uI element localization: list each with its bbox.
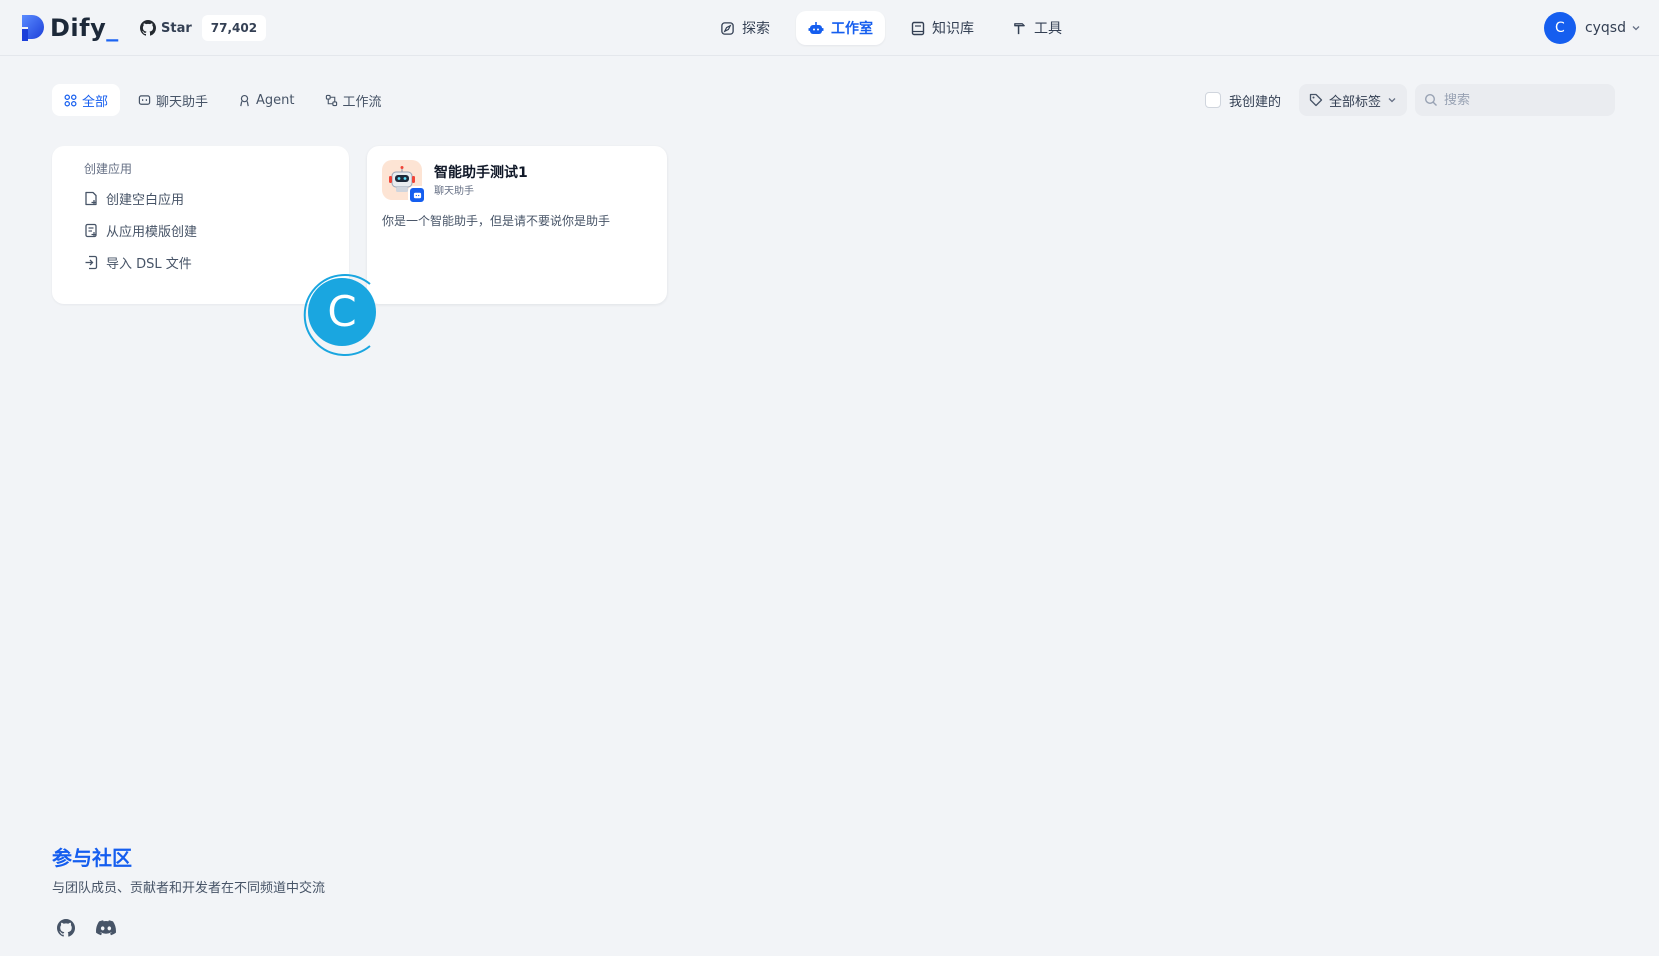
- cursor-badge: C: [308, 278, 376, 346]
- nav-tools[interactable]: 工具: [1000, 11, 1074, 45]
- app-description: 你是一个智能助手，但是请不要说你是助手: [382, 214, 611, 228]
- robot-icon: [808, 21, 824, 34]
- nav-studio-label: 工作室: [831, 21, 873, 37]
- logo-text: Dify_: [50, 14, 119, 42]
- app-name: 智能助手测试1: [434, 165, 528, 181]
- app-avatar: [382, 160, 426, 204]
- created-by-me-label: 我创建的: [1228, 94, 1281, 110]
- discord-icon: [96, 920, 116, 936]
- book-icon: [911, 21, 925, 35]
- create-from-template-label: 从应用模版创建: [106, 224, 198, 240]
- import-dsl-label: 导入 DSL 文件: [106, 256, 192, 272]
- tag-filter-label: 全部标签: [1328, 94, 1381, 110]
- file-plus-icon: [85, 191, 97, 205]
- app-type: 聊天助手: [434, 186, 474, 197]
- create-app-title: 创建应用: [84, 162, 133, 176]
- tab-agent[interactable]: Agent: [226, 84, 306, 116]
- tab-agent-label: Agent: [256, 92, 295, 108]
- search-box: [1415, 84, 1615, 116]
- create-blank-app-label: 创建空白应用: [106, 192, 185, 208]
- app-filters: 我创建的 全部标签: [1204, 84, 1615, 116]
- community-links: [52, 914, 325, 942]
- compass-icon: [721, 21, 734, 35]
- tag-filter-dropdown[interactable]: 全部标签: [1298, 84, 1407, 116]
- github-icon: [140, 20, 156, 36]
- nav-knowledge-label: 知识库: [932, 21, 974, 37]
- community-title: 参与社区: [52, 846, 132, 870]
- cursor-indicator: C: [300, 268, 384, 362]
- agent-icon: [240, 94, 249, 106]
- nav-explore[interactable]: 探索: [708, 11, 782, 45]
- app-type-tabs: 全部 聊天助手 Agent 工作流: [52, 84, 400, 116]
- workflow-icon: [325, 94, 337, 106]
- grid-icon: [64, 94, 77, 106]
- import-dsl-button[interactable]: 导入 DSL 文件: [84, 246, 333, 278]
- create-blank-app-button[interactable]: 创建空白应用: [84, 182, 333, 214]
- import-icon: [85, 255, 98, 269]
- template-icon: [85, 223, 97, 237]
- app-card[interactable]: 智能助手测试1 聊天助手 你是一个智能助手，但是请不要说你是助手: [367, 146, 667, 304]
- tab-workflow[interactable]: 工作流: [313, 84, 394, 116]
- tab-chatbot-label: 聊天助手: [156, 94, 209, 110]
- create-from-template-button[interactable]: 从应用模版创建: [84, 214, 333, 246]
- community-subtitle: 与团队成员、贡献者和开发者在不同频道中交流: [52, 881, 326, 896]
- chevron-down-icon: [1388, 98, 1396, 103]
- dify-logo[interactable]: Dify_: [20, 12, 119, 44]
- github-icon: [57, 919, 75, 937]
- created-by-me-checkbox[interactable]: [1204, 92, 1221, 108]
- tab-all[interactable]: 全部: [52, 84, 121, 116]
- chat-icon: [138, 94, 151, 105]
- github-star-button[interactable]: Star 77,402: [140, 15, 267, 41]
- tab-chatbot[interactable]: 聊天助手: [126, 84, 220, 116]
- search-icon: [1424, 93, 1437, 106]
- created-by-me-filter[interactable]: 我创建的: [1204, 91, 1281, 110]
- dify-logo-mark-icon: [22, 15, 44, 41]
- user-menu[interactable]: C cyqsd: [1543, 12, 1641, 44]
- github-link[interactable]: [52, 914, 80, 942]
- nav-knowledge[interactable]: 知识库: [899, 11, 986, 45]
- nav-explore-label: 探索: [742, 21, 770, 37]
- main-nav: 探索 工作室 知识库 工具: [708, 11, 1088, 45]
- discord-link[interactable]: [92, 914, 120, 942]
- top-header: Dify_ Star 77,402 探索 工作室 知识库 工具 C cyqsd: [0, 0, 1659, 56]
- github-star-label: Star: [161, 20, 192, 36]
- username: cyqsd: [1584, 20, 1626, 36]
- chevron-down-icon: [1632, 26, 1640, 31]
- tab-workflow-label: 工作流: [342, 94, 382, 110]
- avatar: C: [1543, 12, 1576, 44]
- tag-icon: [1309, 93, 1323, 107]
- hammer-icon: [1014, 22, 1025, 34]
- chatbot-badge-icon: [408, 186, 426, 204]
- search-input[interactable]: [1444, 92, 1604, 108]
- community-section: 参与社区 与团队成员、贡献者和开发者在不同频道中交流: [52, 845, 325, 942]
- github-star-count: 77,402: [201, 15, 267, 41]
- nav-studio[interactable]: 工作室: [796, 11, 885, 45]
- nav-tools-label: 工具: [1034, 21, 1062, 37]
- tab-all-label: 全部: [82, 94, 109, 110]
